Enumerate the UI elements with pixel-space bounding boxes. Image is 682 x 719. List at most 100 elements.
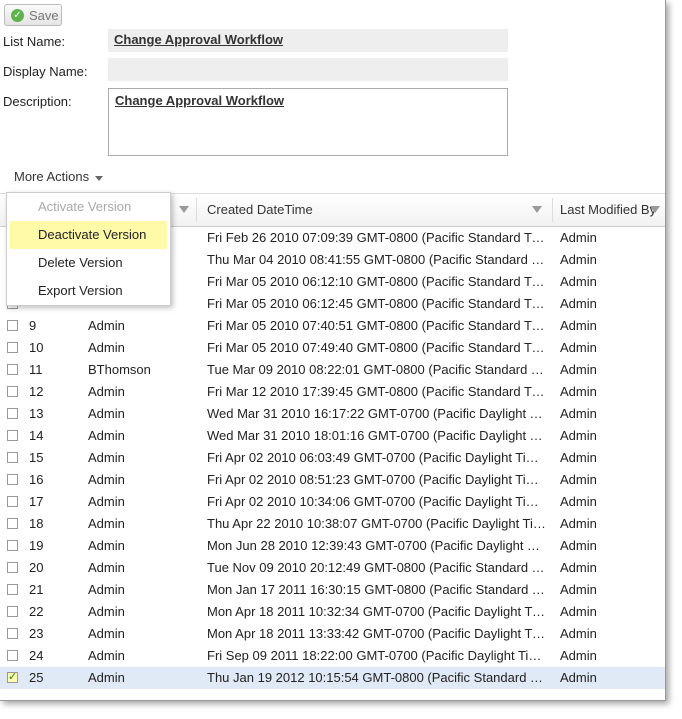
list-name-field[interactable]: Change Approval Workflow — [108, 29, 508, 52]
last-modified-by-cell: Admin — [560, 450, 597, 465]
row-checkbox[interactable] — [7, 628, 18, 639]
table-row[interactable]: 9 Admin Fri Mar 05 2010 07:40:51 GMT-0800 … — [0, 315, 665, 337]
column-header-created-datetime[interactable]: Created DateTime — [207, 194, 313, 226]
created-by-cell: Admin — [88, 340, 125, 355]
last-modified-by-cell: Admin — [560, 296, 597, 311]
created-datetime-cell: Thu Jan 19 2012 10:15:54 GMT-0800 (Pacif… — [207, 670, 547, 685]
table-row[interactable]: 21 Admin Mon Jan 17 2011 16:30:15 GMT-0800… — [0, 579, 665, 601]
table-row[interactable]: 22 Admin Mon Apr 18 2011 10:32:34 GMT-0700… — [0, 601, 665, 623]
display-name-label: Display Name: — [3, 64, 88, 79]
table-row[interactable]: 16 Admin Fri Apr 02 2010 08:51:23 GMT-0700… — [0, 469, 665, 491]
row-checkbox[interactable] — [7, 496, 18, 507]
created-by-cell: Admin — [88, 648, 125, 663]
created-by-cell: Admin — [88, 472, 125, 487]
version-cell: 25 — [29, 670, 44, 685]
created-by-cell: Admin — [88, 626, 125, 641]
table-row[interactable]: 23 Admin Mon Apr 18 2011 13:33:42 GMT-0700… — [0, 623, 665, 645]
row-checkbox[interactable] — [7, 386, 18, 397]
table-row[interactable]: 11 BThomson Tue Mar 09 2010 08:22:01 GMT-0… — [0, 359, 665, 381]
created-datetime-cell: Mon Jan 17 2011 16:30:15 GMT-0800 (Pacif… — [207, 582, 547, 597]
created-datetime-cell: Fri Apr 02 2010 08:51:23 GMT-0700 (Pacif… — [207, 472, 547, 487]
table-row[interactable]: 15 Admin Fri Apr 02 2010 06:03:49 GMT-0700… — [0, 447, 665, 469]
column-separator — [196, 198, 197, 222]
row-checkbox[interactable] — [7, 408, 18, 419]
created-datetime-cell: Wed Mar 31 2010 16:17:22 GMT-0700 (Pacif… — [207, 406, 547, 421]
version-cell: 20 — [29, 560, 44, 575]
menu-item-delete-version[interactable]: Delete Version — [7, 249, 170, 277]
created-by-cell: BThomson — [88, 362, 151, 377]
table-row[interactable]: 12 Admin Fri Mar 12 2010 17:39:45 GMT-0800… — [0, 381, 665, 403]
version-cell: 10 — [29, 340, 44, 355]
created-datetime-cell: Thu Mar 04 2010 08:41:55 GMT-0800 (Pacif… — [207, 252, 547, 267]
menu-item-activate-version[interactable]: Activate Version — [7, 193, 170, 221]
created-datetime-cell: Fri Sep 09 2011 18:22:00 GMT-0700 (Pacif… — [207, 648, 547, 663]
column-header-last-modified-by[interactable]: Last Modified By — [560, 194, 656, 226]
table-row[interactable]: 14 Admin Wed Mar 31 2010 18:01:16 GMT-0700… — [0, 425, 665, 447]
created-datetime-cell: Tue Mar 09 2010 08:22:01 GMT-0800 (Pacif… — [207, 362, 547, 377]
created-by-cell: Admin — [88, 428, 125, 443]
row-checkbox[interactable] — [7, 430, 18, 441]
filter-icon[interactable] — [179, 206, 189, 213]
created-by-cell: Admin — [88, 582, 125, 597]
created-datetime-cell: Fri Apr 02 2010 06:03:49 GMT-0700 (Pacif… — [207, 450, 547, 465]
more-actions-dropdown[interactable]: More Actions — [14, 169, 104, 184]
row-checkbox[interactable] — [7, 518, 18, 529]
created-by-cell: Admin — [88, 538, 125, 553]
created-datetime-cell: Mon Apr 18 2011 10:32:34 GMT-0700 (Pacif… — [207, 604, 547, 619]
last-modified-by-cell: Admin — [560, 318, 597, 333]
save-button-label: Save — [29, 7, 59, 23]
table-row[interactable]: 18 Admin Thu Apr 22 2010 10:38:07 GMT-0700… — [0, 513, 665, 535]
row-checkbox[interactable] — [7, 562, 18, 573]
caret-down-icon — [95, 175, 104, 181]
created-by-cell: Admin — [88, 516, 125, 531]
version-cell: 13 — [29, 406, 44, 421]
last-modified-by-cell: Admin — [560, 230, 597, 245]
last-modified-by-cell: Admin — [560, 560, 597, 575]
last-modified-by-cell: Admin — [560, 252, 597, 267]
column-separator — [552, 198, 553, 222]
table-row[interactable]: 19 Admin Mon Jun 28 2010 12:39:43 GMT-0700… — [0, 535, 665, 557]
row-checkbox[interactable]: ✓ — [7, 672, 18, 683]
row-checkbox[interactable] — [7, 364, 18, 375]
row-checkbox[interactable] — [7, 342, 18, 353]
last-modified-by-cell: Admin — [560, 626, 597, 641]
description-textarea[interactable]: Change Approval Workflow — [108, 88, 508, 156]
table-row[interactable]: 17 Admin Fri Apr 02 2010 10:34:06 GMT-0700… — [0, 491, 665, 513]
table-row[interactable]: 13 Admin Wed Mar 31 2010 16:17:22 GMT-0700… — [0, 403, 665, 425]
description-label: Description: — [3, 94, 72, 109]
row-checkbox[interactable] — [7, 320, 18, 331]
row-checkbox[interactable] — [7, 584, 18, 595]
version-cell: 21 — [29, 582, 44, 597]
table-row[interactable]: 10 Admin Fri Mar 05 2010 07:49:40 GMT-0800… — [0, 337, 665, 359]
table-row[interactable]: 20 Admin Tue Nov 09 2010 20:12:49 GMT-0800… — [0, 557, 665, 579]
table-row[interactable]: 24 Admin Fri Sep 09 2011 18:22:00 GMT-0700… — [0, 645, 665, 667]
last-modified-by-cell: Admin — [560, 472, 597, 487]
version-cell: 9 — [29, 318, 37, 333]
display-name-field[interactable] — [108, 58, 508, 81]
created-datetime-cell: Fri Feb 26 2010 07:09:39 GMT-0800 (Pacif… — [207, 230, 547, 245]
created-datetime-cell: Fri Mar 05 2010 07:49:40 GMT-0800 (Pacif… — [207, 340, 547, 355]
menu-item-export-version[interactable]: Export Version — [7, 277, 170, 305]
save-button[interactable]: ✓ Save — [4, 4, 62, 26]
created-datetime-cell: Fri Mar 05 2010 06:12:45 GMT-0800 (Pacif… — [207, 296, 547, 311]
created-by-cell: Admin — [88, 318, 125, 333]
version-cell: 17 — [29, 494, 44, 509]
created-datetime-cell: Fri Mar 05 2010 06:12:10 GMT-0800 (Pacif… — [207, 274, 547, 289]
row-checkbox[interactable] — [7, 540, 18, 551]
filter-icon[interactable] — [650, 206, 660, 213]
row-checkbox[interactable] — [7, 474, 18, 485]
last-modified-by-cell: Admin — [560, 362, 597, 377]
row-checkbox[interactable] — [7, 606, 18, 617]
last-modified-by-cell: Admin — [560, 648, 597, 663]
table-row[interactable]: ✓ 25 Admin Thu Jan 19 2012 10:15:54 GMT-080… — [0, 667, 665, 689]
version-cell: 15 — [29, 450, 44, 465]
created-datetime-cell: Fri Mar 05 2010 07:40:51 GMT-0800 (Pacif… — [207, 318, 547, 333]
created-datetime-cell: Mon Jun 28 2010 12:39:43 GMT-0700 (Pacif… — [207, 538, 547, 553]
row-checkbox[interactable] — [7, 650, 18, 661]
row-checkbox[interactable] — [7, 452, 18, 463]
version-cell: 22 — [29, 604, 44, 619]
created-datetime-cell: Fri Mar 12 2010 17:39:45 GMT-0800 (Pacif… — [207, 384, 547, 399]
menu-item-deactivate-version[interactable]: Deactivate Version — [10, 221, 167, 249]
version-cell: 11 — [29, 362, 43, 377]
filter-icon[interactable] — [532, 206, 542, 213]
